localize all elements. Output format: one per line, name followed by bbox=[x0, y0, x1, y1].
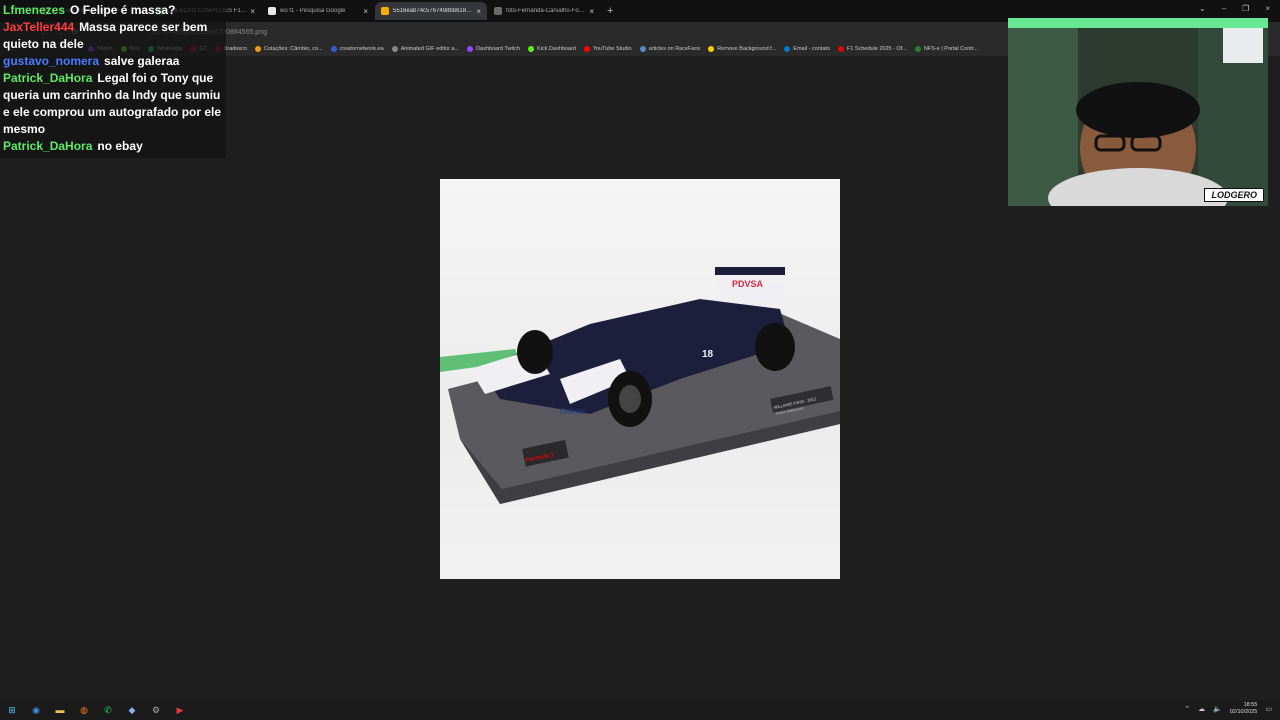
taskbar-app-icon[interactable]: ⊞ bbox=[6, 704, 18, 716]
taskbar-app-icon[interactable]: ✆ bbox=[102, 704, 114, 716]
sponsor-label: PDVSA bbox=[732, 279, 764, 289]
tab-title: wo f1 - Pesquisa Google bbox=[280, 8, 346, 14]
chat-username: Patrick_DaHora bbox=[3, 139, 93, 153]
browser-tab[interactable]: 5516eab74c5767498bb61855a6 × bbox=[375, 2, 487, 20]
tab-close-icon[interactable]: × bbox=[476, 7, 481, 16]
browser-tab[interactable]: wo f1 - Pesquisa Google × bbox=[262, 2, 374, 20]
bookmark-favicon-icon bbox=[254, 46, 261, 52]
streamer-logo: LODGERO bbox=[1204, 188, 1264, 202]
tab-close-icon[interactable]: × bbox=[250, 7, 255, 16]
wheel-front-left bbox=[517, 330, 553, 374]
taskbar-app-icon[interactable]: ◍ bbox=[78, 704, 90, 716]
rear-wing-top bbox=[715, 267, 785, 275]
bookmark-favicon-icon bbox=[330, 46, 337, 52]
chat-username: JaxTeller444 bbox=[3, 20, 75, 34]
bookmark-favicon-icon bbox=[391, 46, 398, 52]
tab-title: 5516eab74c5767498bb61855a6 bbox=[393, 8, 474, 14]
bookmark-label: articles on RaceFans bbox=[648, 46, 701, 52]
bookmark-favicon-icon bbox=[528, 46, 535, 52]
bookmark-label: creatornetwork.ea bbox=[339, 46, 384, 52]
chat-message: Patrick_DaHora no ebay bbox=[3, 138, 223, 155]
bookmark-item[interactable]: Email - contato bbox=[784, 46, 830, 52]
chat-message: gustavo_nomera salve galeraa bbox=[3, 53, 223, 70]
bookmark-item[interactable]: F1 Schedule 2025 - Of... bbox=[837, 46, 907, 52]
clock-time: 18:55 bbox=[1243, 702, 1258, 708]
bookmark-label: Bradesco bbox=[223, 46, 247, 52]
taskbar-app-icon[interactable]: ⚙ bbox=[150, 704, 162, 716]
bookmark-item[interactable]: articles on RaceFans bbox=[639, 46, 701, 52]
browser-tab[interactable]: foto-Fernanda-Carvalho-Fotos-Pu× bbox=[488, 2, 600, 20]
f1-model-car-image: PDVSA Gillette 18 WILLIAMS FW34 - 2012 P… bbox=[440, 267, 840, 504]
bookmark-label: Email - contato bbox=[793, 46, 830, 52]
tab-favicon-icon bbox=[381, 7, 389, 15]
car-number: 18 bbox=[702, 349, 714, 360]
close-window-button[interactable]: × bbox=[1265, 4, 1270, 13]
bookmark-label: Dashboard Twitch bbox=[476, 46, 521, 52]
f1-model-photo: PDVSA Gillette 18 WILLIAMS FW34 - 2012 P… bbox=[440, 179, 840, 579]
tab-title: foto-Fernanda-Carvalho-Fotos-Pu bbox=[506, 8, 586, 14]
chat-text: O Felipe é massa? bbox=[70, 3, 176, 17]
taskbar-app-icon[interactable]: ▬ bbox=[54, 704, 66, 716]
tray-volume-icon[interactable]: 🔈 bbox=[1213, 705, 1222, 713]
system-tray: ⌃ ☁ 🔈 18:55 02/10/2025 ▭ bbox=[1184, 702, 1272, 716]
webcam-feed bbox=[1008, 18, 1268, 206]
taskbar-apps: ⊞ ◉ ▬ ◍ ✆ ◆ ⚙ ▶ bbox=[6, 704, 186, 716]
chat-username: Patrick_DaHora bbox=[3, 71, 93, 85]
tab-search-button[interactable]: ⌄ bbox=[1199, 4, 1206, 13]
chat-message: Patrick_DaHora Legal foi o Tony que queri… bbox=[3, 70, 223, 138]
bookmark-label: Remove Background f... bbox=[717, 46, 777, 52]
clock[interactable]: 18:55 02/10/2025 bbox=[1230, 702, 1258, 716]
chat-message: JaxTeller444 Massa parece ser bem quieto … bbox=[3, 19, 223, 53]
bookmark-item[interactable]: Dashboard Twitch bbox=[467, 46, 520, 52]
bookmark-favicon-icon bbox=[467, 46, 474, 52]
bookmark-label: Cotações: Câmbio, co... bbox=[263, 46, 323, 52]
taskbar: ⊞ ◉ ▬ ◍ ✆ ◆ ⚙ ▶ ⌃ ☁ 🔈 18:55 02/10/2025 ▭ bbox=[0, 700, 1280, 720]
stream-chat-overlay: Lfmenezes O Felipe é massa? JaxTeller444 Ma… bbox=[0, 0, 226, 158]
bookmark-label: YouTube Studio bbox=[592, 46, 632, 52]
restore-button[interactable]: ❐ bbox=[1242, 4, 1249, 13]
bookmark-item[interactable]: creatornetwork.ea bbox=[330, 46, 384, 52]
bookmark-favicon-icon bbox=[583, 46, 590, 52]
bookmark-item[interactable]: Cotações: Câmbio, co... bbox=[254, 46, 323, 52]
webcam-overlay: LODGERO bbox=[1008, 18, 1268, 206]
bookmark-favicon-icon bbox=[708, 46, 715, 52]
bookmark-item[interactable]: YouTube Studio bbox=[583, 46, 632, 52]
tab-favicon-icon bbox=[268, 7, 276, 15]
taskbar-app-icon[interactable]: ◉ bbox=[30, 704, 42, 716]
wheel-rear-right bbox=[755, 323, 795, 371]
bookmark-item[interactable]: Remove Background f... bbox=[708, 46, 776, 52]
tray-chevron-icon[interactable]: ⌃ bbox=[1184, 705, 1190, 713]
bookmark-label: NFS-e | Portal Contr... bbox=[923, 46, 978, 52]
bookmark-favicon-icon bbox=[914, 46, 921, 52]
tray-network-icon[interactable]: ☁ bbox=[1198, 705, 1205, 713]
bookmark-favicon-icon bbox=[639, 46, 646, 52]
taskbar-app-icon[interactable]: ▶ bbox=[174, 704, 186, 716]
bookmark-favicon-icon bbox=[837, 46, 844, 52]
chat-text: salve galeraa bbox=[104, 54, 180, 68]
bookmark-item[interactable]: Animated GIF editor a... bbox=[391, 46, 460, 52]
bookmark-label: Animated GIF editor a... bbox=[400, 46, 460, 52]
chat-message: Lfmenezes O Felipe é massa? bbox=[3, 2, 223, 19]
window-controls: ⌄ – ❐ × bbox=[1199, 4, 1270, 13]
minimize-button[interactable]: – bbox=[1222, 4, 1226, 13]
tab-close-icon[interactable]: × bbox=[589, 7, 594, 16]
wheel-hub bbox=[619, 385, 641, 413]
tab-close-icon[interactable]: × bbox=[363, 7, 368, 16]
chat-text: no ebay bbox=[97, 139, 143, 153]
bookmark-label: F1 Schedule 2025 - Of... bbox=[846, 46, 907, 52]
chat-username: Lfmenezes bbox=[3, 3, 66, 17]
notification-icon[interactable]: ▭ bbox=[1265, 705, 1272, 713]
tab-favicon-icon bbox=[494, 7, 502, 15]
bookmark-favicon-icon bbox=[784, 46, 791, 52]
new-tab-button[interactable]: + bbox=[607, 5, 613, 17]
clock-date: 02/10/2025 bbox=[1229, 709, 1258, 715]
brand-label: Gillette bbox=[560, 407, 585, 416]
taskbar-app-icon[interactable]: ◆ bbox=[126, 704, 138, 716]
screen: ...m um Mini Chevette pro×COLEÇÃO CAMPEÕ… bbox=[0, 0, 1280, 720]
chat-username: gustavo_nomera bbox=[3, 54, 100, 68]
bookmark-item[interactable]: NFS-e | Portal Contr... bbox=[914, 46, 978, 52]
bookmark-item[interactable]: Kick Dashboard bbox=[528, 46, 576, 52]
bookmark-label: Kick Dashboard bbox=[537, 46, 576, 52]
